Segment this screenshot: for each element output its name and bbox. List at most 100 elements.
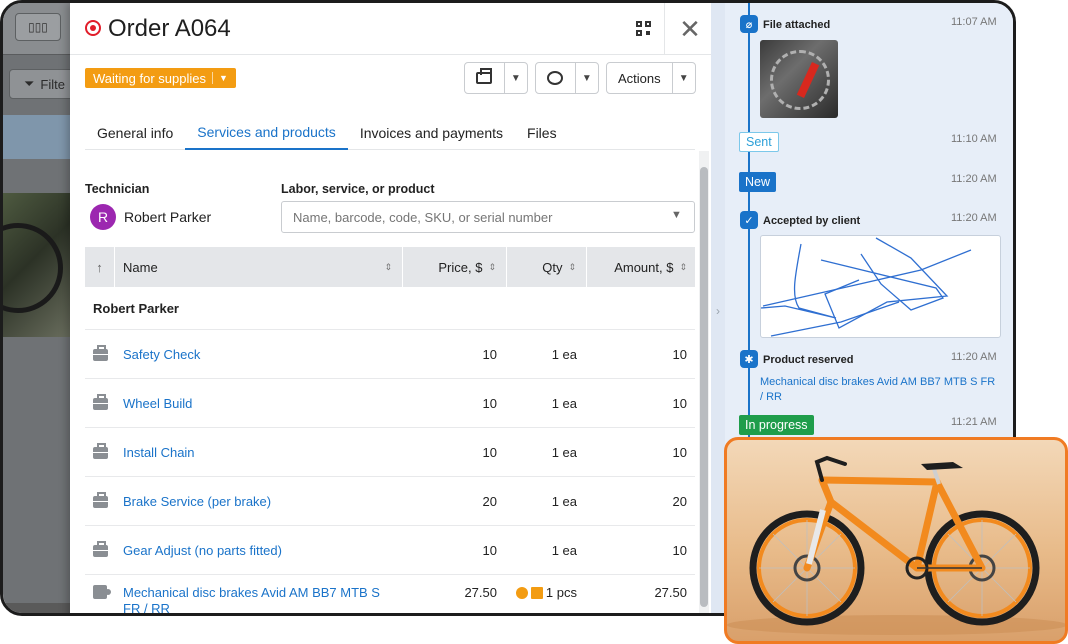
- table-header: ↑ Name ⇕ Price, $ ⇕ Qty ⇕ Amount, $ ⇕: [85, 247, 695, 287]
- background-stripe: [3, 603, 73, 613]
- status-badge-new: New: [739, 172, 777, 192]
- timeline-event-time: 11:20 AM: [951, 212, 997, 224]
- timeline-event-time: 11:20 AM: [951, 351, 997, 363]
- qr-code-icon: [635, 21, 652, 37]
- sort-icon: ⇕: [384, 261, 392, 272]
- item-name-link[interactable]: Install Chain: [115, 445, 403, 460]
- chevron-down-icon: ▼: [510, 72, 521, 84]
- sort-icon: ⇕: [568, 261, 576, 272]
- table-row: Install Chain 10 1 ea 10: [85, 428, 695, 477]
- technician-label: Technician: [85, 182, 150, 196]
- orange-bike-illustration: [727, 455, 1065, 635]
- qr-code-button[interactable]: [623, 3, 665, 55]
- tab-invoices-and-payments[interactable]: Invoices and payments: [348, 116, 515, 150]
- puzzle-piece-icon: ✱: [740, 350, 758, 368]
- arrow-up-icon: ↑: [96, 259, 103, 275]
- item-name-link[interactable]: Wheel Build: [115, 396, 403, 411]
- check-circle-icon: ✓: [740, 211, 758, 229]
- service-kit-icon: [92, 443, 108, 459]
- item-qty: 1 ea: [551, 493, 577, 509]
- item-price: 27.50: [464, 585, 497, 600]
- column-qty[interactable]: Qty ⇕: [507, 247, 587, 287]
- status-label: Waiting for supplies: [93, 70, 206, 86]
- tab-bar: General info Services and products Invoi…: [85, 116, 695, 150]
- column-name[interactable]: Name ⇕: [115, 247, 403, 287]
- actions-button-group: Actions ▼: [606, 62, 696, 94]
- panel-header: Order A064 ✕: [70, 3, 711, 55]
- scrollbar[interactable]: [699, 151, 709, 613]
- timeline-event-time: 11:10 AM: [951, 133, 997, 145]
- close-button[interactable]: ✕: [670, 3, 710, 55]
- tab-general-info[interactable]: General info: [85, 116, 185, 150]
- chevron-down-icon: ▼: [581, 72, 592, 84]
- column-price[interactable]: Price, $ ⇕: [403, 247, 507, 287]
- item-price: 20: [482, 493, 497, 509]
- print-button-group: ▼: [464, 62, 528, 94]
- page-title: Order A064: [108, 15, 231, 42]
- table-row: Mechanical disc brakes Avid AM BB7 MTB S…: [85, 575, 695, 613]
- service-kit-icon: [92, 492, 108, 508]
- item-qty: 1 ea: [551, 346, 577, 362]
- item-amount: 10: [672, 395, 687, 411]
- message-dropdown-button[interactable]: ▼: [574, 63, 598, 93]
- table-group-row: Robert Parker: [85, 287, 695, 330]
- table-row: Gear Adjust (no parts fitted) 10 1 ea 10: [85, 526, 695, 575]
- tab-files[interactable]: Files: [515, 116, 569, 150]
- client-signature[interactable]: [760, 235, 1001, 338]
- background-bike-photo: [3, 193, 73, 337]
- message-button-group: ▼: [535, 62, 599, 94]
- printer-icon: [476, 68, 493, 84]
- actions-dropdown-button[interactable]: ▼: [671, 63, 695, 93]
- item-name-link[interactable]: Safety Check: [115, 347, 403, 362]
- status-badge-in-progress: In progress: [739, 415, 814, 435]
- print-dropdown-button[interactable]: ▼: [503, 63, 527, 93]
- product-search-label: Labor, service, or product: [281, 182, 435, 196]
- item-name-link[interactable]: Mechanical disc brakes Avid AM BB7 MTB S…: [115, 585, 395, 613]
- item-amount: 10: [672, 346, 687, 362]
- item-price: 10: [482, 542, 497, 558]
- product-search-input[interactable]: [281, 201, 695, 233]
- service-kit-icon: [92, 541, 108, 557]
- background-toolbar: ▯▯▯: [3, 3, 73, 55]
- timeline-event-title: Product reserved: [763, 354, 854, 366]
- actions-button[interactable]: Actions: [607, 63, 672, 93]
- item-price: 10: [482, 444, 497, 460]
- timeline-event-title: Accepted by client: [763, 215, 861, 227]
- chevron-down-icon: ▼: [671, 209, 682, 221]
- item-amount: 20: [672, 493, 687, 509]
- item-qty: 1 ea: [551, 395, 577, 411]
- background-app: ▯▯▯ ⏷ Filte: [3, 3, 79, 613]
- item-name-link[interactable]: Brake Service (per brake): [115, 494, 403, 509]
- product-puzzle-icon: [93, 585, 111, 599]
- sort-order-button[interactable]: ↑: [85, 247, 115, 287]
- order-panel: Order A064 ✕ Waiting for supplies ▼ ▼ ▼ …: [70, 3, 711, 613]
- column-amount[interactable]: Amount, $ ⇕: [587, 247, 695, 287]
- tab-services-and-products[interactable]: Services and products: [185, 116, 348, 150]
- timeline-event-time: 11:21 AM: [951, 416, 997, 428]
- item-price: 10: [482, 395, 497, 411]
- sort-icon: ⇕: [488, 261, 496, 272]
- scrollbar-thumb[interactable]: [700, 167, 708, 607]
- service-kit-icon: [92, 394, 108, 410]
- message-button[interactable]: [536, 63, 575, 93]
- table-row: Brake Service (per brake) 20 1 ea 20: [85, 477, 695, 526]
- background-filter-button[interactable]: ⏷ Filte: [9, 69, 79, 99]
- background-board-icon[interactable]: ▯▯▯: [15, 13, 61, 41]
- timeline-event-time: 11:20 AM: [951, 173, 997, 185]
- service-kit-icon: [92, 345, 108, 361]
- reserved-product-link[interactable]: Mechanical disc brakes Avid AM BB7 MTB S…: [760, 375, 1000, 405]
- speech-bubble-icon: [547, 71, 564, 85]
- chevron-down-icon: ▼: [218, 73, 228, 83]
- filter-icon: ⏷: [24, 76, 35, 91]
- item-qty: 1 pcs: [507, 585, 587, 600]
- status-badge-sent: Sent: [739, 132, 779, 152]
- attached-photo-thumbnail[interactable]: [760, 40, 838, 118]
- bike-photo-card: [724, 437, 1068, 644]
- item-name-link[interactable]: Gear Adjust (no parts fitted): [115, 543, 403, 558]
- print-button[interactable]: [465, 63, 504, 93]
- collapse-timeline-handle[interactable]: ›: [711, 3, 725, 613]
- chevron-down-icon: ▼: [678, 72, 689, 84]
- status-badge[interactable]: Waiting for supplies ▼: [85, 68, 236, 88]
- item-amount: 27.50: [654, 585, 687, 600]
- technician-name[interactable]: Robert Parker: [124, 209, 211, 225]
